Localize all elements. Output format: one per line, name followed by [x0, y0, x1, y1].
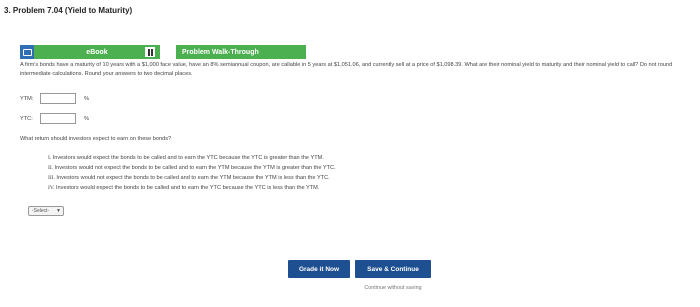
ytc-input[interactable] — [40, 113, 76, 124]
chevron-down-icon: ▼ — [56, 208, 61, 214]
book-icon — [20, 45, 34, 59]
tab-ebook-label: eBook — [86, 48, 108, 56]
tab-walkthrough-label: Problem Walk-Through — [182, 48, 259, 56]
choice-1-num: I. — [48, 155, 52, 161]
ytm-unit: % — [84, 95, 89, 102]
resource-tabs: eBook Problem Walk-Through — [20, 45, 308, 59]
grade-it-now-button[interactable]: Grade it Now — [288, 260, 350, 278]
choice-2-text: Investors would not expect the bonds to … — [54, 165, 336, 171]
problem-statement: A firm's bonds have a maturity of 10 yea… — [20, 62, 673, 77]
answer-select-value: -Select- — [32, 208, 50, 214]
choice-4-text: Investors would expect the bonds to be c… — [56, 185, 320, 191]
choice-3-num: III. — [48, 175, 55, 181]
video-icon — [144, 46, 156, 58]
continue-without-saving-link[interactable]: Continue without saving — [355, 285, 431, 291]
question-text: What return should investors expect to e… — [20, 136, 172, 142]
choice-4: IV. Investors would expect the bonds to … — [48, 183, 336, 193]
choice-3: III. Investors would not expect the bond… — [48, 173, 336, 183]
ytc-label: YTC: — [20, 115, 33, 122]
ytm-input[interactable] — [40, 93, 76, 104]
tab-ebook[interactable]: eBook — [20, 45, 160, 59]
answer-select[interactable]: -Select- ▼ — [28, 206, 64, 216]
save-and-continue-button[interactable]: Save & Continue — [355, 260, 431, 278]
choice-1: I. Investors would expect the bonds to b… — [48, 153, 336, 163]
problem-title: 3. Problem 7.04 (Yield to Maturity) — [4, 6, 133, 15]
tab-problem-walkthrough[interactable]: Problem Walk-Through — [144, 45, 306, 59]
choice-4-num: IV. — [48, 185, 55, 191]
choice-1-text: Investors would expect the bonds to be c… — [52, 155, 324, 161]
choice-2-num: II. — [48, 165, 54, 171]
choice-3-text: Investors would not expect the bonds to … — [56, 175, 330, 181]
ytc-unit: % — [84, 115, 89, 122]
ytm-row: YTM: % — [20, 93, 89, 104]
ytm-label: YTM: — [20, 95, 34, 102]
choice-2: II. Investors would not expect the bonds… — [48, 163, 336, 173]
ytc-row: YTC: % — [20, 113, 89, 124]
answer-choices: I. Investors would expect the bonds to b… — [48, 153, 336, 193]
